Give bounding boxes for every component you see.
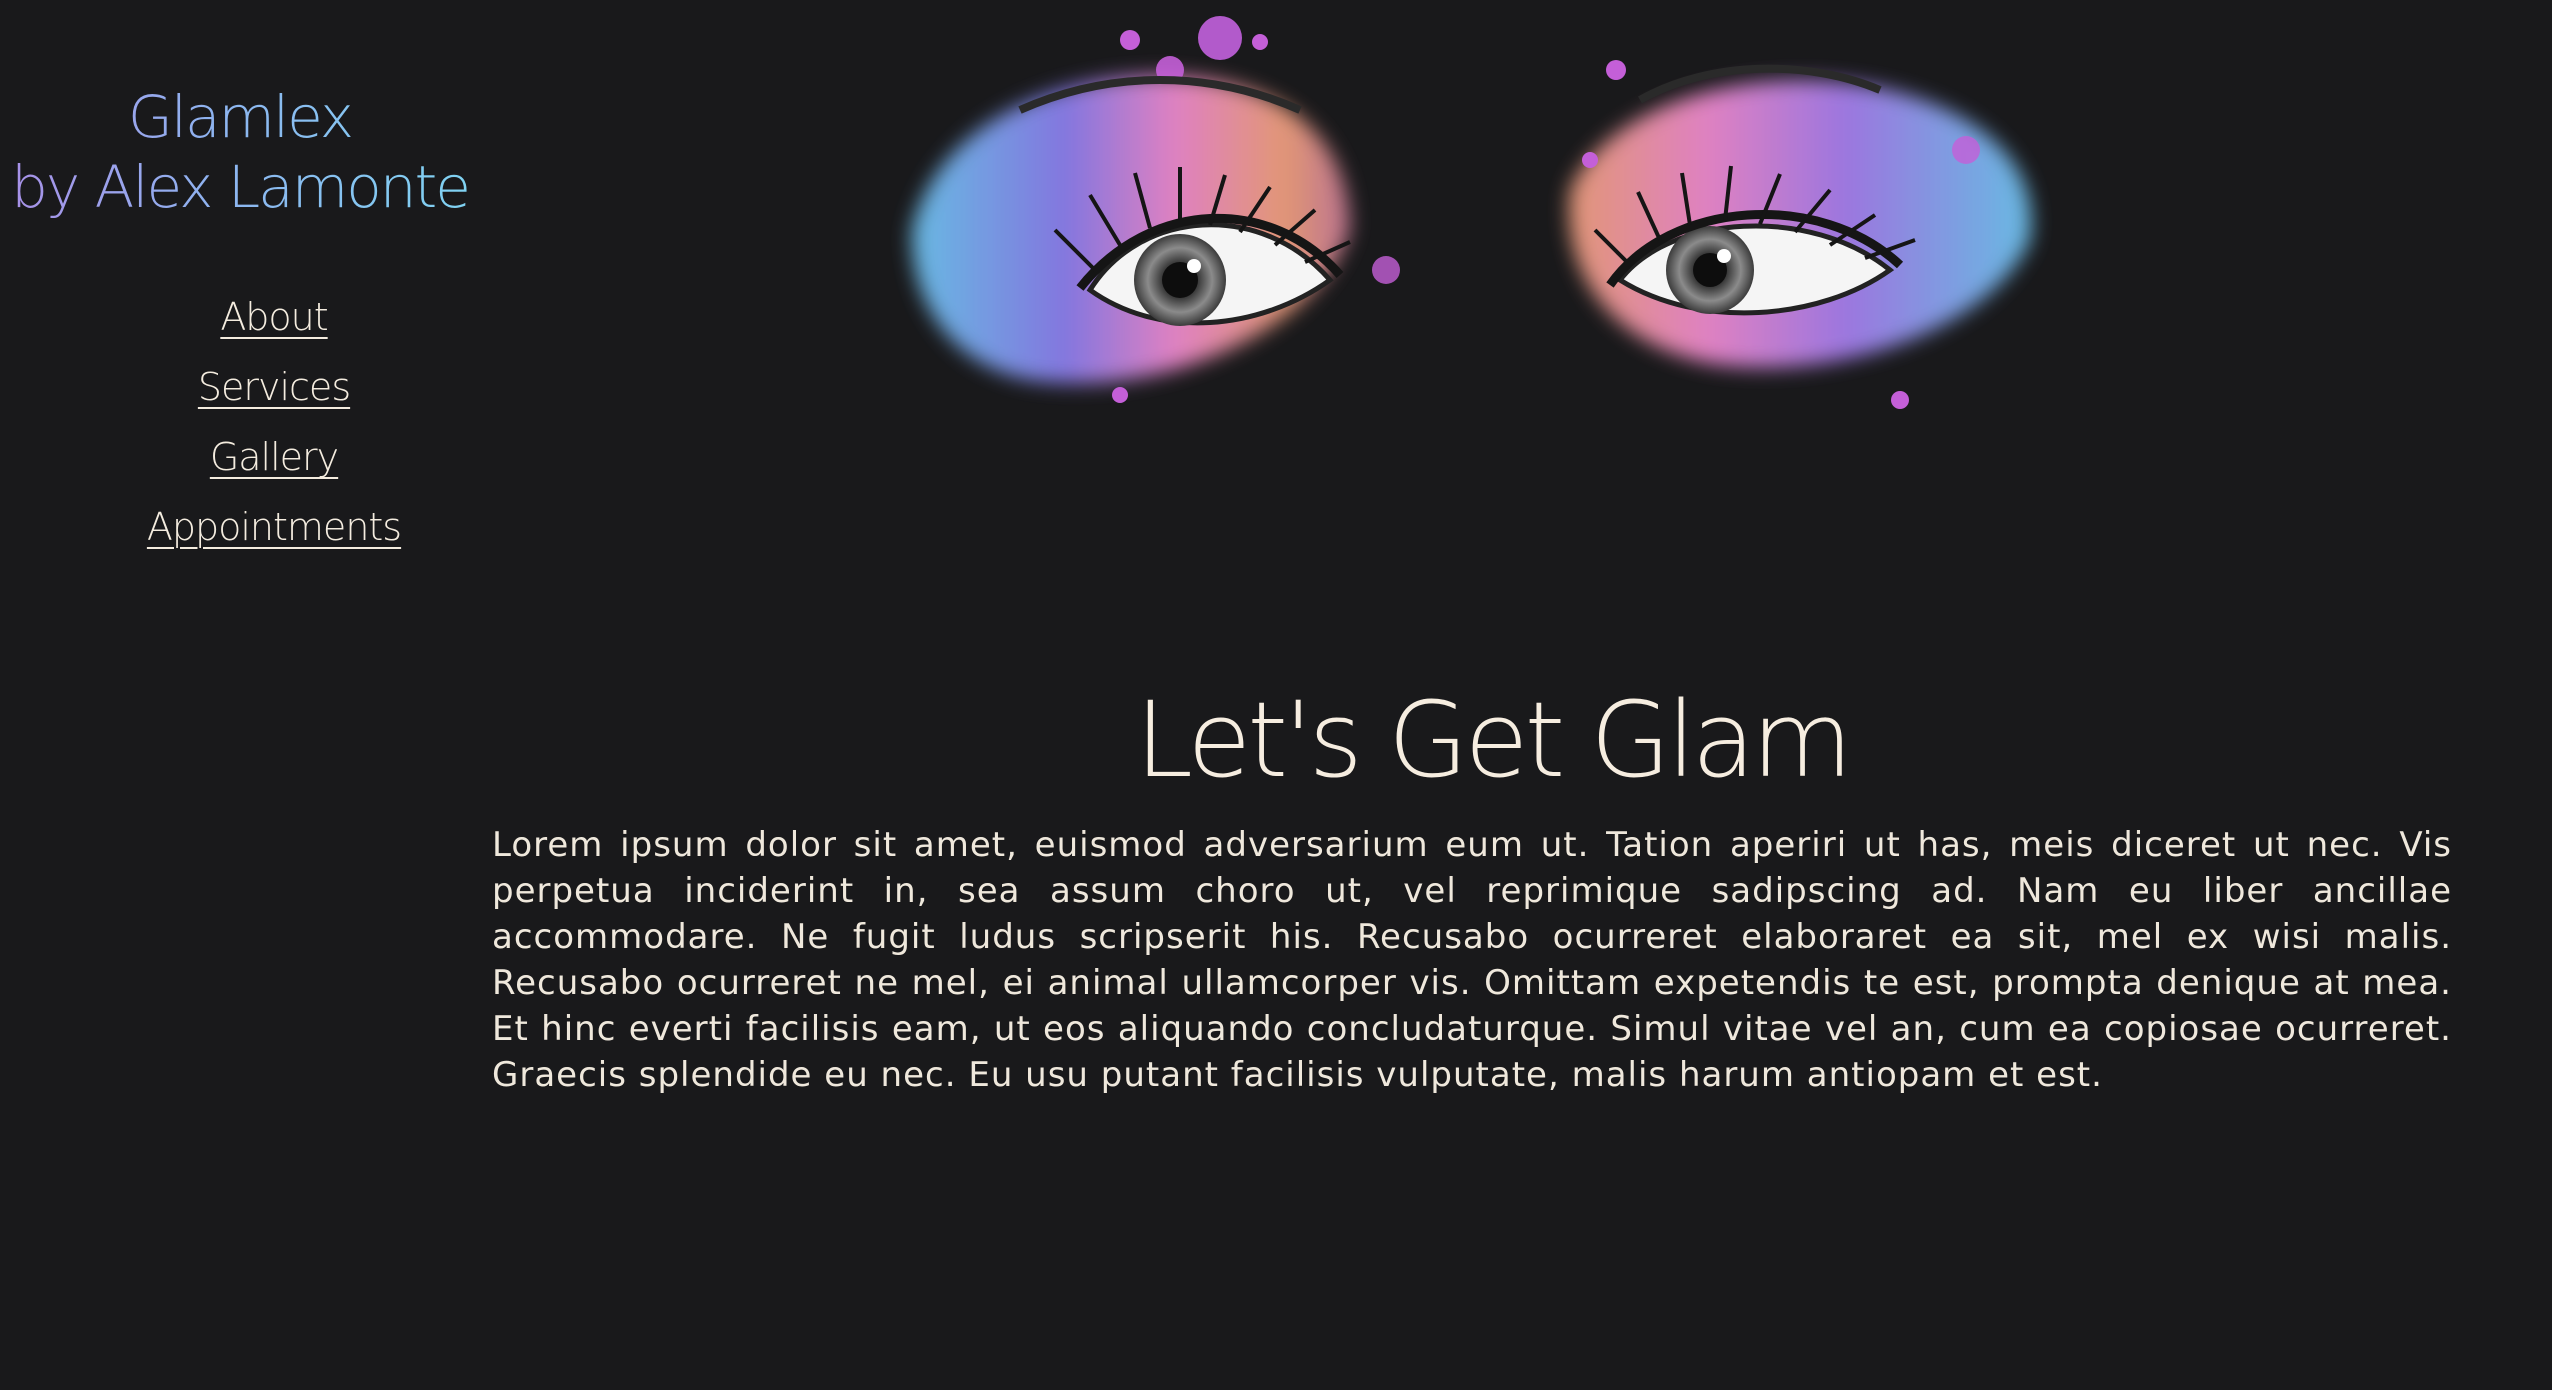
eyes-illustration — [911, 16, 2032, 409]
site-title-line-1: Glamlex — [127, 83, 353, 151]
site-title-line-2: by Alex Lamonte — [11, 153, 469, 221]
nav-link-gallery[interactable]: Gallery — [0, 422, 548, 492]
nav-link-about[interactable]: About — [0, 282, 548, 352]
site-title: Glamlex by Alex Lamonte — [0, 82, 480, 222]
left-eye — [911, 16, 1400, 403]
intro-paragraph: Lorem ipsum dolor sit amet, euismod adve… — [492, 825, 2452, 1095]
hero-eyes-image — [880, 0, 2060, 440]
right-eye — [1568, 60, 2032, 409]
sidebar: Glamlex by Alex Lamonte About Services G… — [0, 0, 480, 1390]
nav-link-appointments[interactable]: Appointments — [0, 492, 548, 562]
page-headline: Let's Get Glam — [1135, 678, 1853, 801]
nav-link-services[interactable]: Services — [0, 352, 548, 422]
main-nav: About Services Gallery Appointments — [0, 282, 548, 562]
